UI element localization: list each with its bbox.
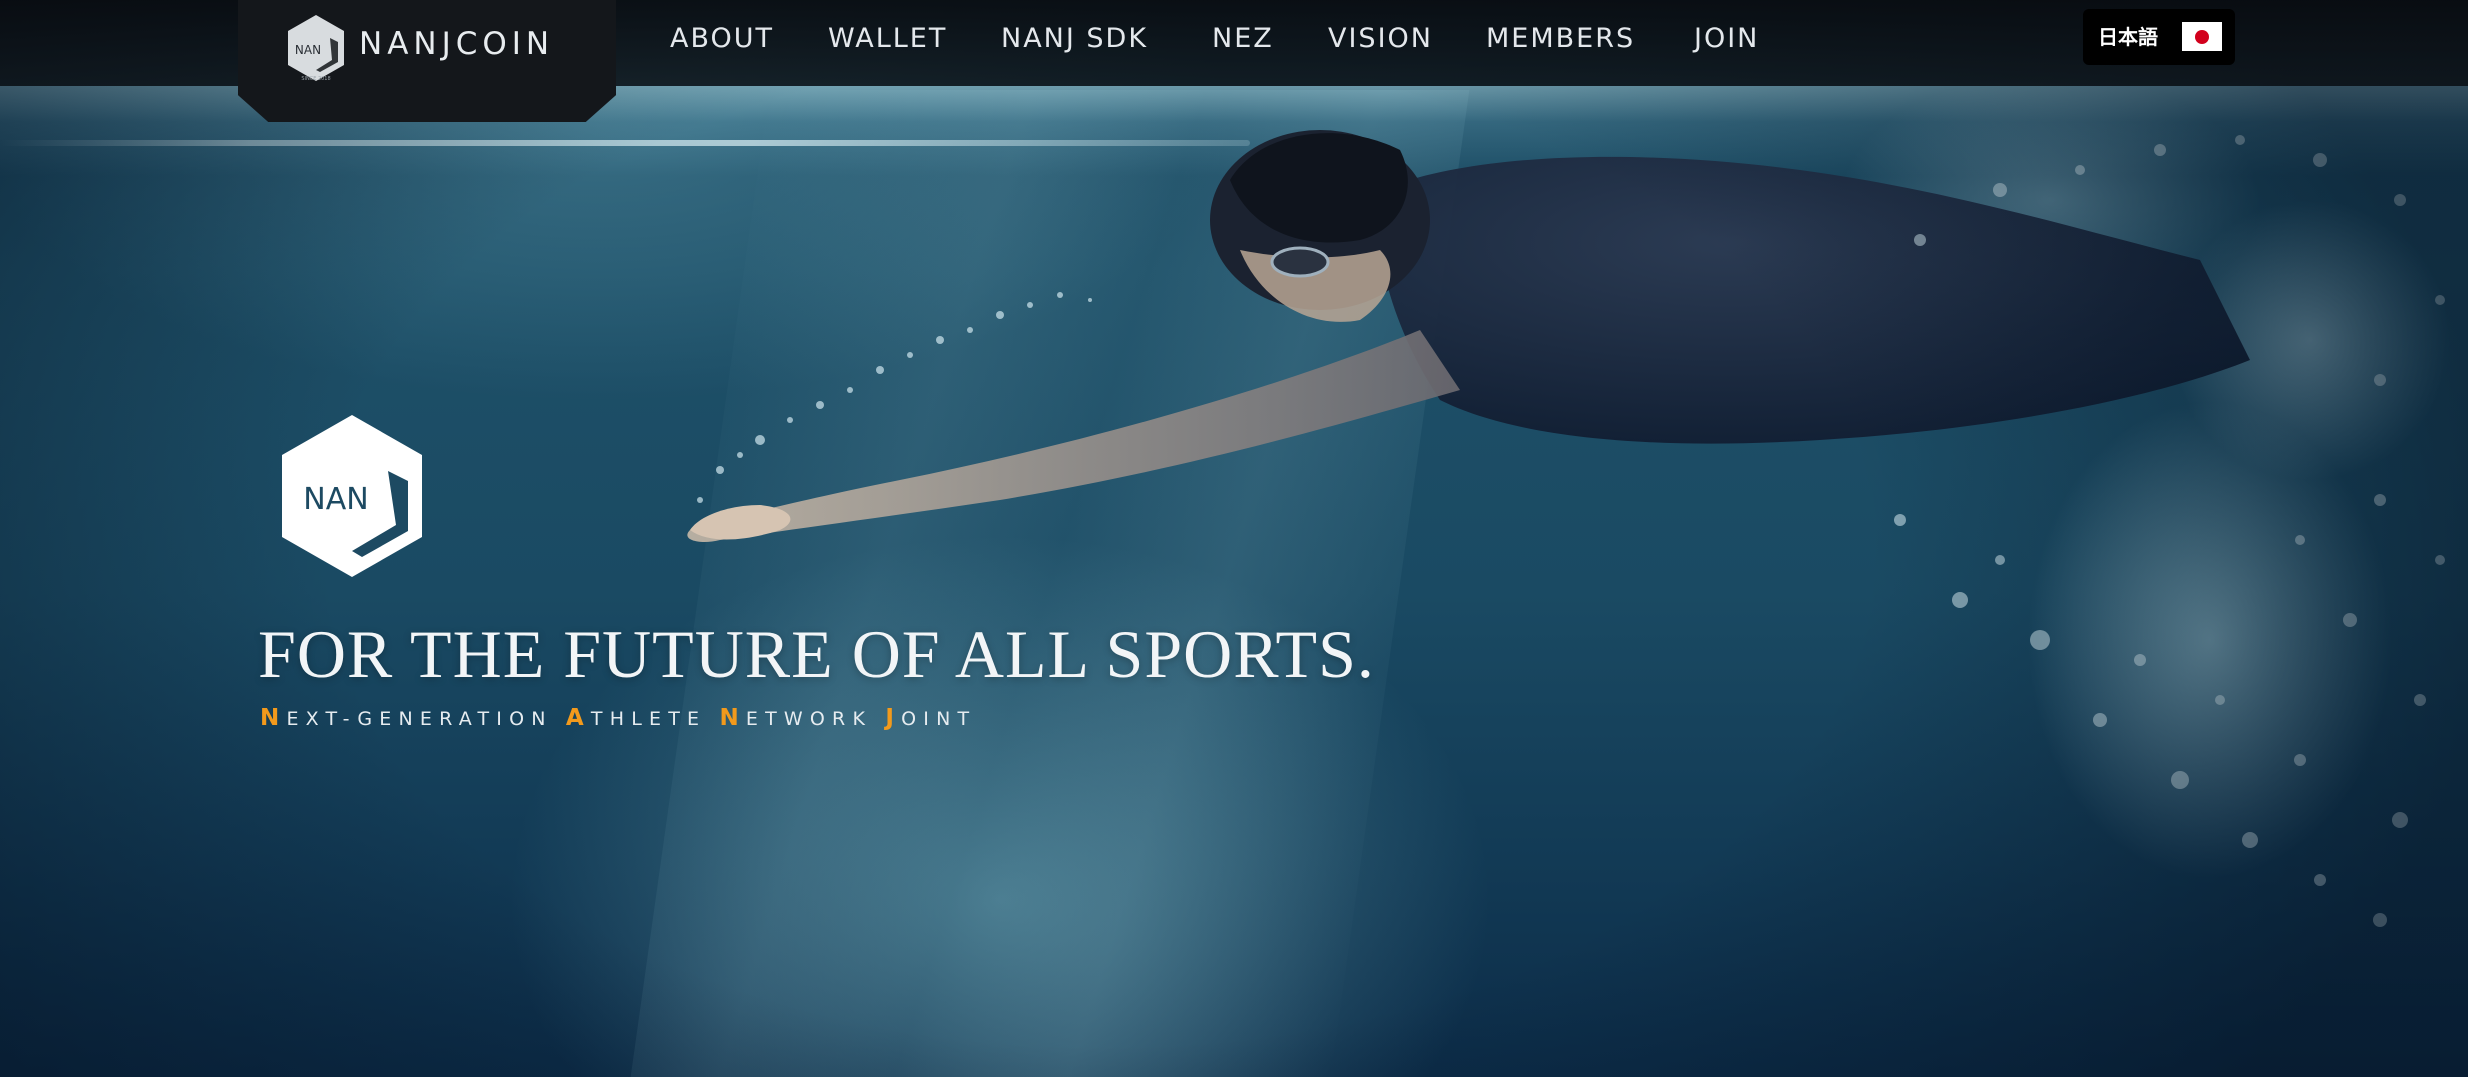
subtitle-rest: THLETE	[590, 708, 707, 730]
japan-flag-icon	[2182, 22, 2222, 51]
nav-item-wallet[interactable]: WALLET	[828, 22, 947, 56]
subtitle-word-athlete: ATHLETE	[565, 705, 707, 731]
subtitle-cap: A	[565, 705, 591, 731]
hero-logo-text: NAN	[303, 482, 368, 517]
subtitle-cap: N	[260, 705, 287, 731]
nanj-hexagon-logo-icon[interactable]: NAN SINCE 2018	[286, 14, 346, 82]
hero-subtitle: NEXT-GENERATION ATHLETE NETWORK JOINT	[260, 704, 976, 733]
language-label: 日本語	[2098, 25, 2158, 49]
nav-item-members[interactable]: MEMBERS	[1486, 22, 1635, 56]
subtitle-word-joint: JOINT	[885, 705, 977, 731]
subtitle-word-network: NETWORK	[719, 705, 873, 731]
subtitle-rest: OINT	[901, 708, 977, 730]
nav-item-nez[interactable]: NEZ	[1212, 22, 1274, 56]
nav-item-vision[interactable]: VISION	[1328, 22, 1433, 56]
nav-item-nanj-sdk[interactable]: NANJ SDK	[1001, 22, 1148, 56]
hero-title: FOR THE FUTURE OF ALL SPORTS.	[258, 616, 1375, 692]
hero-page: NAN SINCE 2018 NANJCOIN ABOUT WALLET NAN…	[0, 0, 2468, 1077]
subtitle-cap: N	[719, 705, 746, 731]
subtitle-rest: EXT-GENERATION	[286, 708, 553, 730]
nav-item-join[interactable]: JOIN	[1694, 22, 1759, 56]
nan-hexagon-logo-icon: NAN	[282, 415, 422, 577]
logo-mark-text: NAN	[295, 43, 321, 57]
language-switch-button[interactable]: 日本語	[2083, 9, 2235, 65]
subtitle-rest: ETWORK	[745, 708, 873, 730]
nav-item-about[interactable]: ABOUT	[670, 22, 774, 56]
subtitle-word-next-generation: NEXT-GENERATION	[260, 705, 553, 731]
subtitle-cap: J	[885, 705, 902, 731]
nanjcoin-wordmark[interactable]: NANJCOIN	[359, 24, 554, 64]
logo-mark-caption: SINCE 2018	[301, 76, 330, 82]
